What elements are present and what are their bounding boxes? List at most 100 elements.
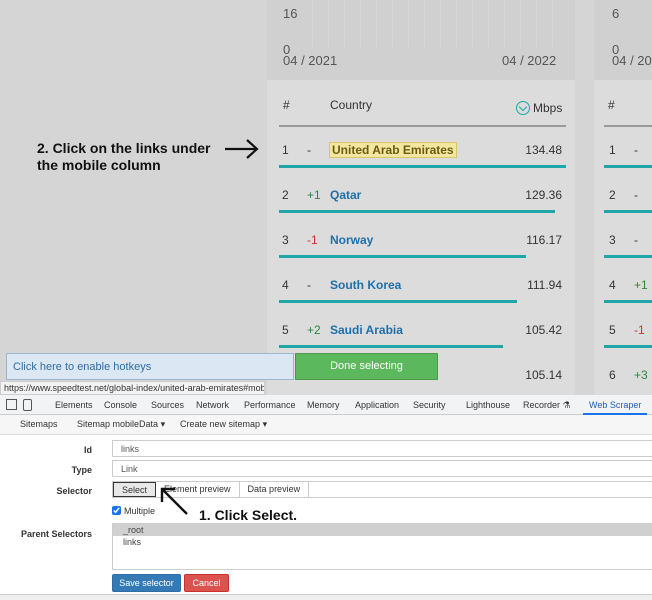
x-axis-start: 04 / 20 bbox=[612, 53, 652, 68]
tab-recorder[interactable]: Recorder ⚗ bbox=[523, 400, 571, 411]
country-link[interactable]: Norway bbox=[330, 233, 373, 247]
speed-bar bbox=[604, 300, 652, 303]
speed-bar bbox=[604, 210, 652, 213]
row-rank: 4 bbox=[282, 278, 289, 292]
chart-area: 16 0 04 / 2021 04 / 2022 bbox=[267, 0, 575, 80]
id-input[interactable]: links bbox=[112, 440, 652, 457]
table-row[interactable]: 3 -1 Norway 116.17 bbox=[267, 233, 575, 278]
table-row: 4 +1 bbox=[594, 278, 652, 323]
download-icon bbox=[516, 101, 530, 115]
row-change: -1 bbox=[307, 233, 318, 247]
horizontal-scrollbar[interactable] bbox=[0, 594, 652, 600]
speed-bar bbox=[279, 165, 566, 168]
select-button[interactable]: Select bbox=[113, 482, 157, 497]
row-change: - bbox=[307, 278, 311, 292]
caret-down-icon: ▾ bbox=[160, 419, 166, 429]
status-url: https://www.speedtest.net/global-index/u… bbox=[0, 381, 265, 395]
speed-bar bbox=[604, 345, 652, 348]
tab-elements[interactable]: Elements bbox=[55, 400, 93, 410]
country-link[interactable]: Saudi Arabia bbox=[330, 323, 403, 337]
row-rank: 6 bbox=[609, 368, 616, 382]
data-preview-button[interactable]: Data preview bbox=[239, 482, 310, 497]
multiple-checkbox-wrap[interactable]: Multiple bbox=[112, 506, 155, 516]
table-row[interactable]: 2 +1 Qatar 129.36 bbox=[267, 188, 575, 233]
row-change: - bbox=[634, 233, 638, 247]
col-speed-header: Mbps bbox=[516, 101, 562, 115]
parent-selectors-label: Parent Selectors bbox=[20, 529, 92, 539]
type-select[interactable]: Link bbox=[112, 460, 652, 477]
tab-security[interactable]: Security bbox=[413, 400, 446, 410]
col-rank-header: # bbox=[283, 98, 290, 112]
scraper-nav: Sitemaps Sitemap mobileData ▾ Create new… bbox=[0, 415, 652, 435]
caret-down-icon: ▾ bbox=[262, 419, 268, 429]
row-rank: 1 bbox=[609, 143, 616, 157]
row-speed: 129.36 bbox=[525, 188, 562, 202]
step2-annotation: 2. Click on the links under the mobile c… bbox=[37, 140, 210, 174]
tab-lighthouse[interactable]: Lighthouse bbox=[466, 400, 510, 410]
tab-console[interactable]: Console bbox=[104, 400, 137, 410]
tab-performance[interactable]: Performance bbox=[244, 400, 296, 410]
arrow-up-left-icon bbox=[160, 487, 188, 515]
tab-memory[interactable]: Memory bbox=[307, 400, 340, 410]
header-underline bbox=[279, 125, 566, 127]
tab-network[interactable]: Network bbox=[196, 400, 229, 410]
selector-button-group: Select Element preview Data preview bbox=[112, 481, 652, 498]
tab-recorder-label: Recorder bbox=[523, 400, 561, 410]
table-row[interactable]: 1 - United Arab Emirates 134.48 bbox=[267, 142, 575, 188]
device-toolbar-icon[interactable] bbox=[23, 399, 32, 411]
parent-option[interactable]: links bbox=[113, 536, 652, 548]
done-selecting-button[interactable]: Done selecting bbox=[295, 353, 438, 380]
results-panel-secondary: 6 0 04 / 20 # 1- 2- 3- 4 +1 5 -1 6 +3 bbox=[594, 0, 652, 395]
row-change: - bbox=[634, 188, 638, 202]
row-speed: 105.42 bbox=[525, 323, 562, 337]
row-change: - bbox=[634, 143, 638, 157]
row-speed: 105.14 bbox=[525, 368, 562, 382]
row-change: +3 bbox=[634, 368, 648, 382]
tab-web-scraper[interactable]: Web Scraper bbox=[582, 400, 648, 415]
table-row: 3- bbox=[594, 233, 652, 278]
row-change: -1 bbox=[634, 323, 645, 337]
parent-option[interactable]: _root bbox=[113, 524, 652, 536]
nav-sitemap-mobiledata[interactable]: Sitemap mobileData ▾ bbox=[77, 419, 165, 430]
row-rank: 2 bbox=[282, 188, 289, 202]
enable-hotkeys-bar[interactable]: Click here to enable hotkeys bbox=[6, 353, 294, 380]
speed-bar bbox=[279, 255, 526, 258]
table-row: 2- bbox=[594, 188, 652, 233]
x-axis-end: 04 / 2022 bbox=[502, 53, 557, 68]
country-link[interactable]: United Arab Emirates bbox=[329, 142, 457, 158]
nav-sitemap-mobiledata-label: Sitemap mobileData bbox=[77, 419, 159, 429]
speed-bar bbox=[604, 165, 652, 168]
step1-annotation: 1. Click Select. bbox=[199, 507, 298, 523]
row-rank: 2 bbox=[609, 188, 616, 202]
row-change: +1 bbox=[634, 278, 648, 292]
chart-area-secondary: 6 0 04 / 20 bbox=[594, 0, 652, 80]
y-axis-top: 6 bbox=[612, 6, 620, 21]
header-underline bbox=[604, 125, 652, 127]
step2-line1: 2. Click on the links under bbox=[37, 140, 211, 156]
speed-bar bbox=[279, 345, 503, 348]
flask-icon: ⚗ bbox=[562, 400, 571, 410]
selector-label: Selector bbox=[56, 486, 92, 496]
col-speed-label: Mbps bbox=[533, 101, 563, 115]
tab-sources[interactable]: Sources bbox=[151, 400, 184, 410]
chart-gridlines bbox=[297, 0, 562, 47]
arrow-right-icon bbox=[225, 139, 259, 159]
nav-create-sitemap-label: Create new sitemap bbox=[180, 419, 261, 429]
country-link[interactable]: South Korea bbox=[330, 278, 401, 292]
id-label: Id bbox=[84, 445, 92, 455]
inspect-element-icon[interactable] bbox=[6, 399, 17, 410]
nav-create-sitemap[interactable]: Create new sitemap ▾ bbox=[180, 419, 267, 430]
cancel-button[interactable]: Cancel bbox=[184, 574, 229, 592]
table-row: 1- bbox=[594, 143, 652, 188]
tab-application[interactable]: Application bbox=[355, 400, 399, 410]
nav-sitemaps[interactable]: Sitemaps bbox=[20, 419, 58, 429]
parent-selectors-list[interactable]: _root links bbox=[112, 523, 652, 570]
row-change: - bbox=[307, 143, 311, 157]
row-rank: 5 bbox=[282, 323, 289, 337]
row-speed: 116.17 bbox=[526, 233, 562, 247]
table-row[interactable]: 4 - South Korea 111.94 bbox=[267, 278, 575, 323]
save-selector-button[interactable]: Save selector bbox=[112, 574, 181, 592]
country-link[interactable]: Qatar bbox=[330, 188, 361, 202]
multiple-checkbox[interactable] bbox=[112, 506, 121, 515]
speed-bar bbox=[279, 300, 517, 303]
